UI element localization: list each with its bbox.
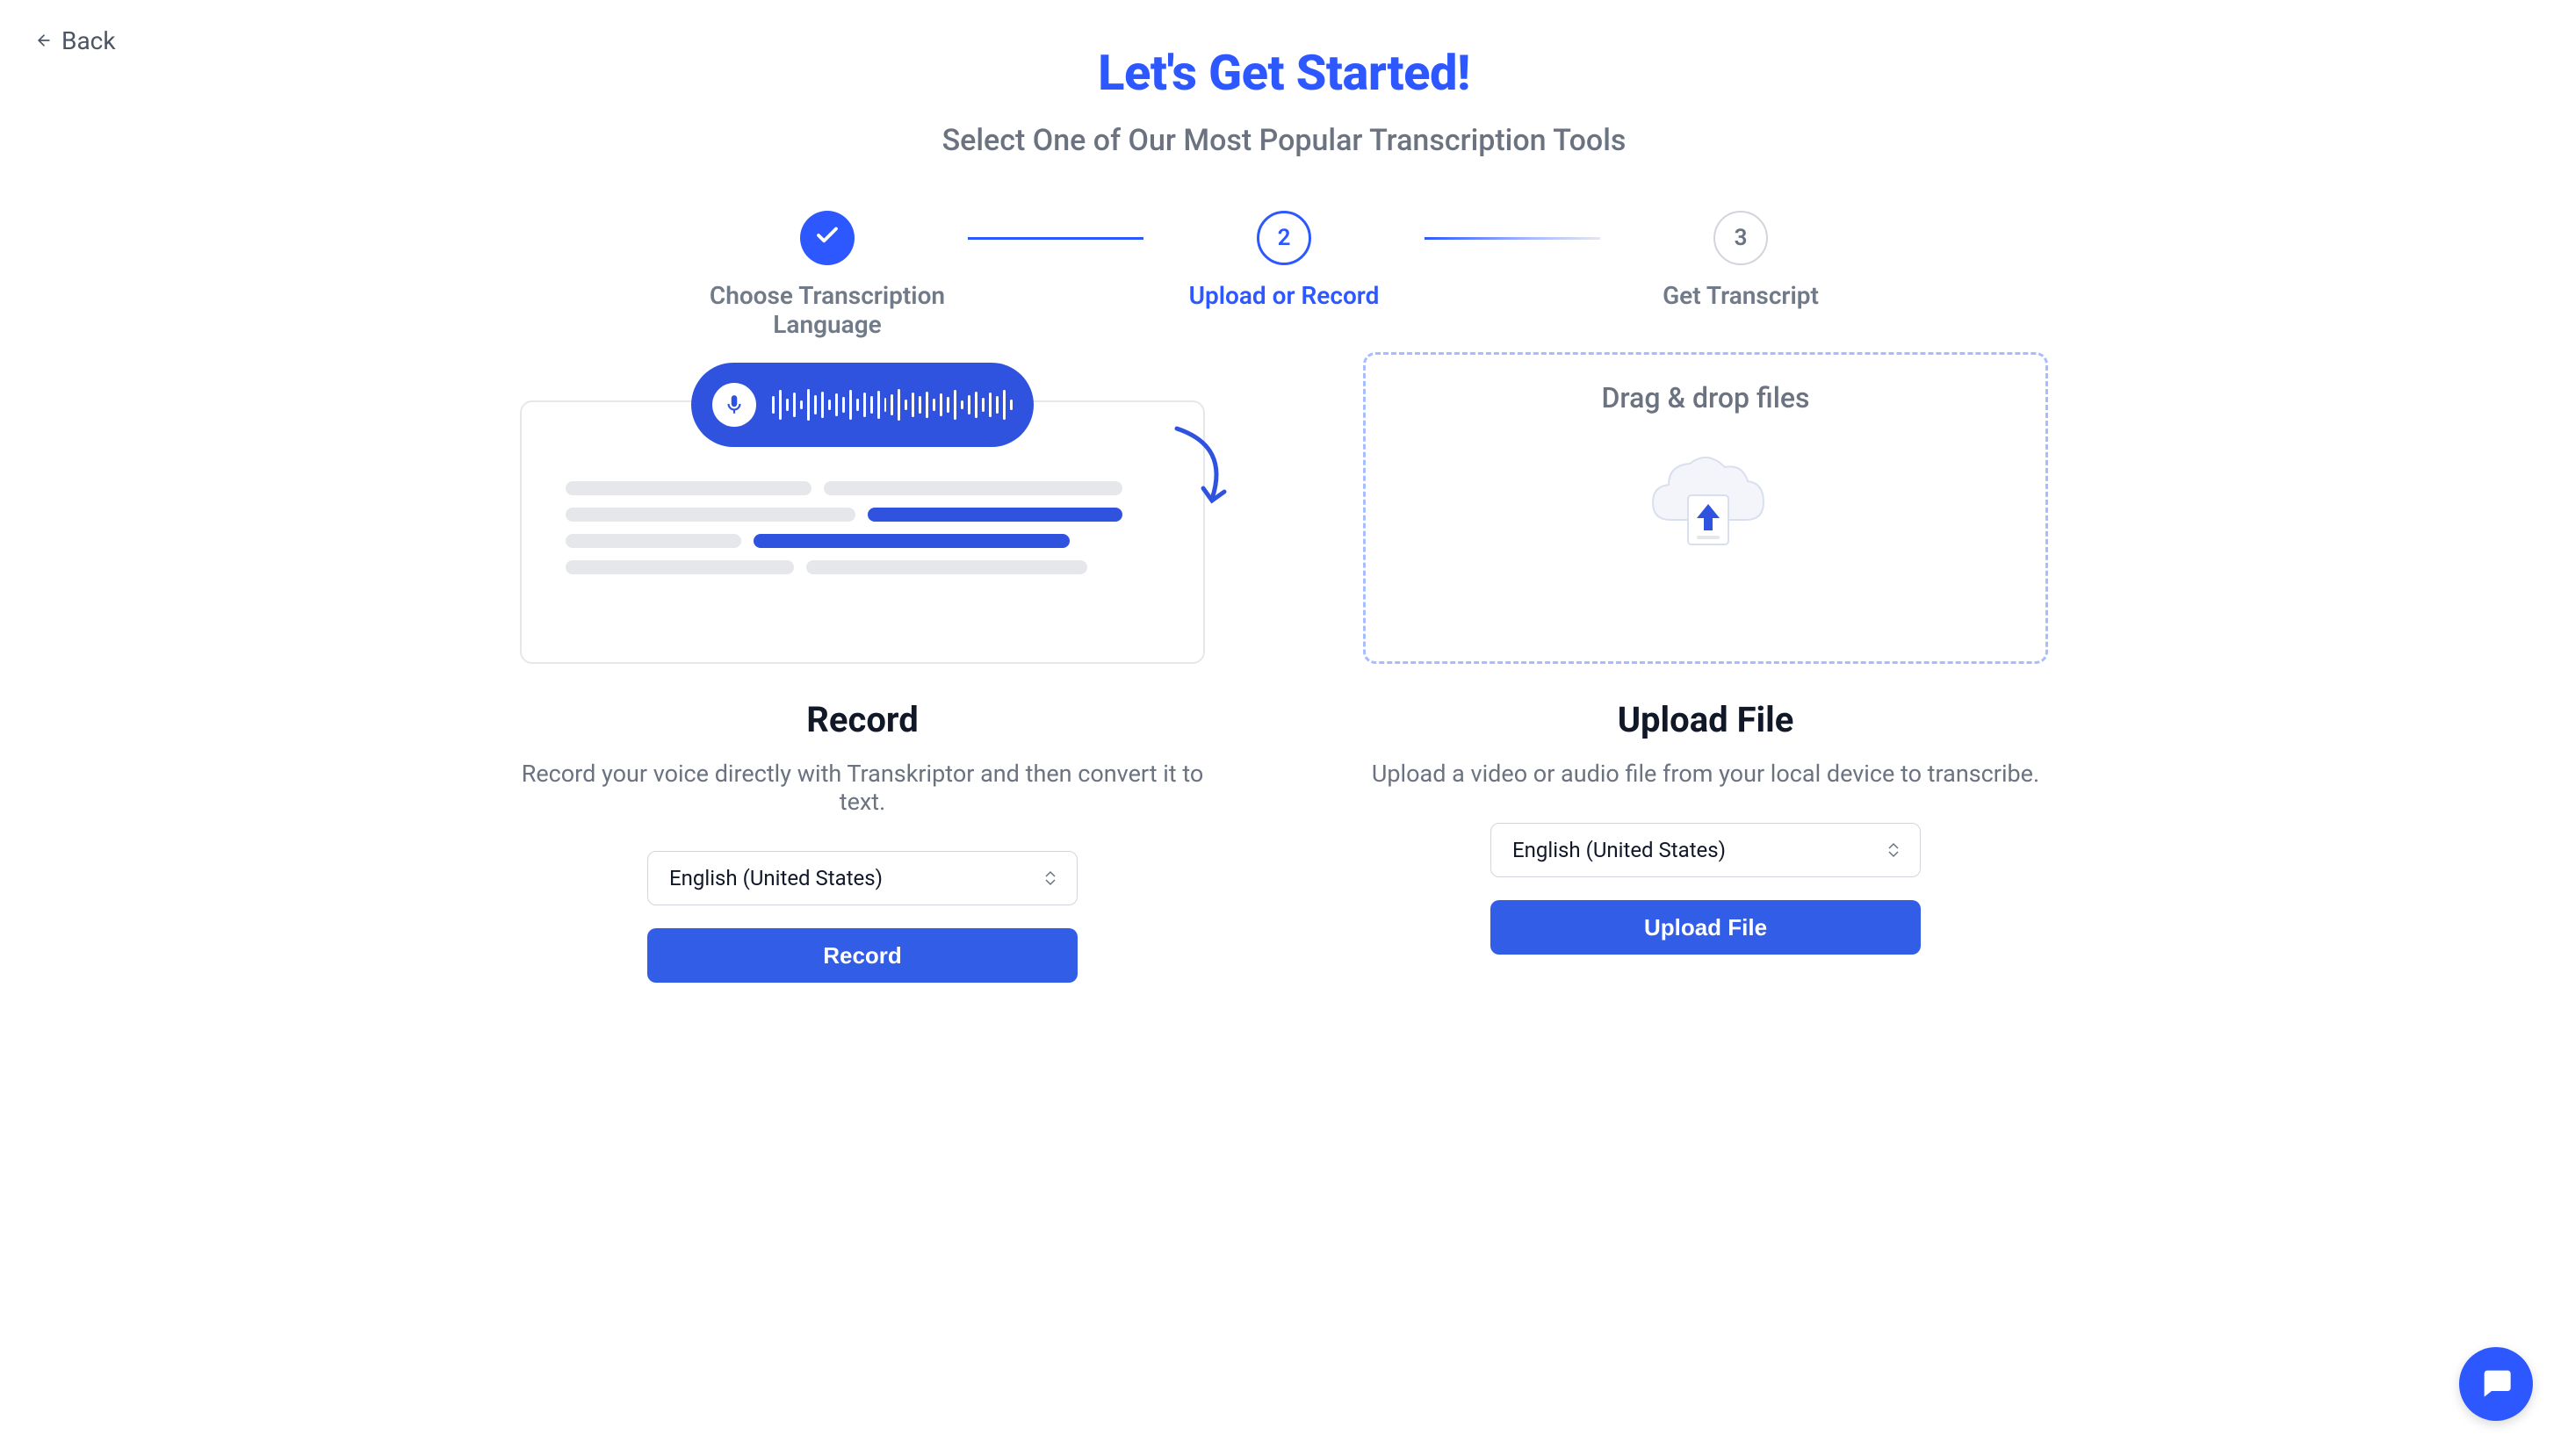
step-2-circle: 2 — [1257, 211, 1311, 265]
record-language-value: English (United States) — [669, 866, 883, 890]
step-2: 2 Upload or Record — [1143, 211, 1425, 310]
step-connector-2 — [1425, 237, 1600, 240]
upload-button-label: Upload File — [1644, 914, 1767, 941]
curved-arrow-icon — [1168, 420, 1247, 516]
arrow-left-icon — [35, 26, 53, 55]
options-row: Record Record your voice directly with T… — [35, 400, 2533, 983]
record-language-select[interactable]: English (United States) — [647, 851, 1078, 905]
select-arrows-icon — [1888, 842, 1899, 858]
step-3-label: Get Transcript — [1663, 281, 1819, 310]
record-button[interactable]: Record — [647, 928, 1078, 983]
check-icon — [814, 222, 840, 255]
step-2-label: Upload or Record — [1189, 281, 1380, 310]
record-option: Record Record your voice directly with T… — [520, 400, 1205, 983]
select-arrows-icon — [1045, 870, 1056, 886]
record-description: Record your voice directly with Transkri… — [520, 760, 1205, 816]
upload-language-select[interactable]: English (United States) — [1490, 823, 1921, 877]
record-illustration — [520, 400, 1205, 664]
transcript-placeholder-lines — [566, 481, 1159, 574]
cloud-upload-icon — [1627, 432, 1785, 590]
page-header: Let's Get Started! Select One of Our Mos… — [35, 44, 2533, 158]
upload-description: Upload a video or audio file from your l… — [1372, 760, 2039, 788]
record-button-label: Record — [823, 942, 902, 969]
step-2-number: 2 — [1278, 225, 1291, 251]
chat-fab[interactable] — [2459, 1347, 2533, 1421]
upload-option: Drag & drop files Upload File Upload a v… — [1363, 352, 2048, 983]
step-3-number: 3 — [1735, 225, 1748, 251]
waveform-icon — [772, 389, 1013, 421]
upload-drop-zone[interactable]: Drag & drop files — [1363, 352, 2048, 664]
step-1-circle — [800, 211, 855, 265]
upload-language-value: English (United States) — [1512, 838, 1726, 862]
back-link[interactable]: Back — [35, 26, 116, 55]
step-3: 3 Get Transcript — [1600, 211, 1881, 310]
step-3-circle: 3 — [1713, 211, 1768, 265]
microphone-icon — [712, 383, 756, 427]
stepper: Choose Transcription Language 2 Upload o… — [35, 211, 2533, 339]
back-link-label: Back — [61, 26, 116, 55]
record-title: Record — [806, 699, 918, 740]
drop-zone-label: Drag & drop files — [1602, 381, 1810, 414]
page-title: Let's Get Started! — [35, 44, 2533, 102]
step-1: Choose Transcription Language — [687, 211, 968, 339]
page-subtitle: Select One of Our Most Popular Transcrip… — [35, 123, 2533, 158]
step-1-label: Choose Transcription Language — [687, 281, 968, 339]
upload-button[interactable]: Upload File — [1490, 900, 1921, 955]
step-connector-1 — [968, 237, 1143, 240]
upload-title: Upload File — [1618, 699, 1794, 740]
record-waveform-pill — [691, 363, 1034, 447]
chat-icon — [2478, 1365, 2514, 1403]
